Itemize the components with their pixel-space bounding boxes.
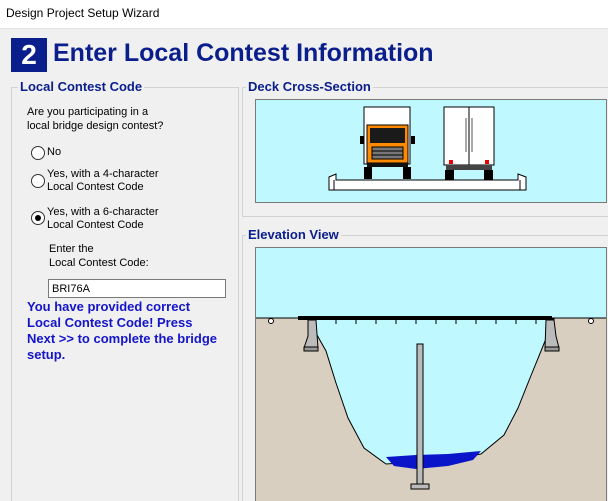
contest-code-group-title: Local Contest Code (18, 79, 145, 94)
river-gorge (307, 318, 555, 465)
code-label-line-2: Local Contest Code: (49, 257, 149, 269)
radio-4char-circle[interactable] (31, 174, 45, 188)
elevation-drawing (256, 248, 606, 490)
elevation-title: Elevation View (246, 227, 341, 242)
center-pier (416, 343, 424, 485)
abutment-left (303, 319, 319, 349)
elevation-view (255, 247, 607, 501)
abutment-right (544, 319, 560, 349)
sky (256, 248, 606, 318)
step-number-badge: 2 (11, 38, 47, 72)
radio-6char-label-line-2[interactable]: Local Contest Code (47, 219, 144, 232)
support-node-left (268, 318, 274, 324)
truck-rear-icon (443, 106, 495, 180)
deck-cross-section-drawing (328, 106, 527, 191)
contest-code-input[interactable]: BRI76A (48, 279, 226, 298)
window-title: Design Project Setup Wizard (6, 6, 160, 20)
code-label-line-1: Enter the (49, 243, 94, 255)
question-line-1: Are you participating in a (27, 106, 149, 118)
truck-front-icon (360, 106, 415, 179)
question-line-2: local bridge design contest? (27, 120, 164, 132)
title-bar: Design Project Setup Wizard (0, 0, 608, 29)
deck-section-title: Deck Cross-Section (246, 79, 373, 94)
radio-4char-label-line-1[interactable]: Yes, with a 4-character (47, 168, 158, 181)
bridge-deck (298, 316, 552, 320)
radio-6char-label-line-1[interactable]: Yes, with a 6-character (47, 206, 158, 219)
deck-cross-section-view (255, 99, 607, 203)
radio-4char-label-line-2[interactable]: Local Contest Code (47, 181, 144, 194)
status-message: You have provided correct Local Contest … (27, 299, 217, 362)
radio-no-circle[interactable] (31, 146, 45, 160)
support-node-right (588, 318, 594, 324)
radio-no-label[interactable]: No (47, 146, 61, 159)
page-title: Enter Local Contest Information (53, 39, 434, 67)
radio-6char-circle[interactable] (31, 211, 45, 225)
deck-slab (328, 173, 527, 191)
